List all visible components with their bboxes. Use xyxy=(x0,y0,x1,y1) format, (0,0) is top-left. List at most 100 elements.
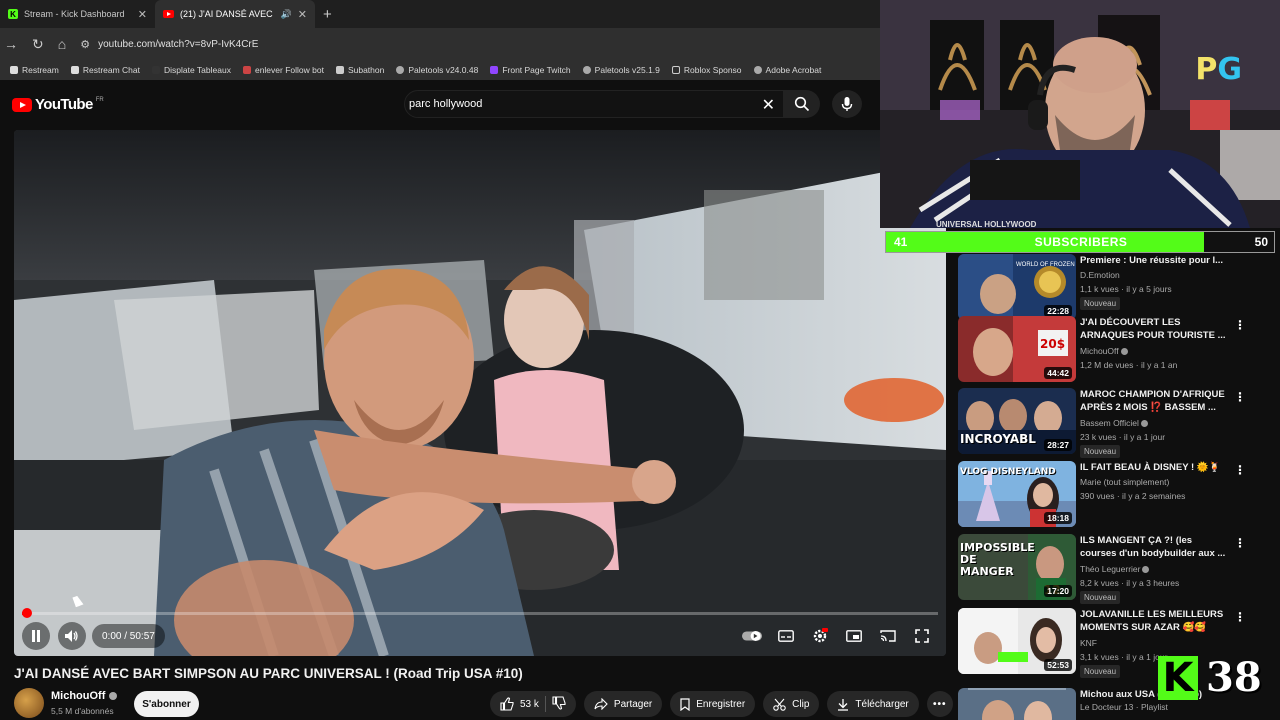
video-thumbnail[interactable]: VLOG DISNEYLAND 18:18 xyxy=(958,461,1076,527)
fullscreen-button[interactable] xyxy=(912,626,932,646)
video-progress-bar[interactable] xyxy=(21,608,938,618)
related-video[interactable]: VLOG DISNEYLAND 18:18 IL FAIT BEAU À DIS… xyxy=(956,461,1276,529)
video-thumbnail[interactable]: 52:53 xyxy=(958,608,1076,674)
subscribe-label: S'abonner xyxy=(142,698,191,710)
search-input[interactable]: parc hollywood ✕ xyxy=(404,90,784,118)
miniplayer-button[interactable] xyxy=(844,626,864,646)
bookmark-icon xyxy=(335,66,344,74)
pg-logo: PG xyxy=(1195,52,1242,87)
home-icon[interactable]: ⌂ xyxy=(58,36,66,52)
related-meta: 3,1 k vues · il y a 1 jour xyxy=(1080,652,1168,662)
site-info-icon[interactable]: ⚙ xyxy=(80,38,90,51)
download-button[interactable]: Télécharger xyxy=(827,691,919,717)
more-vertical-icon[interactable]: ⋮ xyxy=(1234,463,1246,477)
bookmark-subathon[interactable]: Subathon xyxy=(330,65,390,75)
channel-name[interactable]: MichouOff xyxy=(51,690,118,702)
video-thumbnail[interactable]: 12 IMPOSSIBLE DE MANGER 17:20 xyxy=(958,534,1076,600)
reload-icon[interactable]: ↻ xyxy=(32,36,44,53)
kick-count: 38 xyxy=(1206,654,1262,701)
close-tab-icon[interactable]: ✕ xyxy=(298,8,307,21)
related-channel: Théo Leguerrier xyxy=(1080,564,1150,574)
share-button[interactable]: Partager xyxy=(583,691,663,717)
gear-icon xyxy=(813,628,828,643)
autoplay-toggle[interactable] xyxy=(742,626,762,646)
video-title: J'AI DANSÉ AVEC BART SIMPSON AU PARC UNI… xyxy=(14,666,523,681)
subscriber-count: 5,5 M d'abonnés xyxy=(51,706,114,716)
subscribe-button[interactable]: S'abonner xyxy=(134,691,199,717)
related-video[interactable]: 12 IMPOSSIBLE DE MANGER 17:20 ILS MANGEN… xyxy=(956,534,1276,604)
dislike-button[interactable] xyxy=(552,695,566,713)
tab-youtube-video[interactable]: (21) J'AI DANSÉ AVEC BART 🔊 ✕ xyxy=(155,0,315,28)
miniplayer-icon xyxy=(846,630,862,642)
time-display: 0:00 / 50:57 xyxy=(92,624,165,648)
like-button[interactable]: 53 k xyxy=(500,697,539,711)
video-duration: 44:42 xyxy=(1044,367,1072,379)
bookmark-restream-chat[interactable]: Restream Chat xyxy=(65,65,146,75)
bookmark-follow-bot[interactable]: enlever Follow bot xyxy=(237,65,330,75)
video-thumbnail[interactable]: WORLD OF FROZEN 22:28 xyxy=(958,254,1076,320)
video-duration: 18:18 xyxy=(1044,512,1072,524)
video-thumbnail[interactable]: INCROYABL 28:27 xyxy=(958,388,1076,454)
related-video[interactable]: WORLD OF FROZEN 22:28 Premiere : Une réu… xyxy=(956,254,1276,322)
more-vertical-icon[interactable]: ⋮ xyxy=(1234,318,1246,332)
related-channel: Marie (tout simplement) xyxy=(1080,477,1170,487)
related-video[interactable]: INCROYABL 28:27 MAROC CHAMPION D'AFRIQUE… xyxy=(956,388,1276,458)
bookmark-label: Subathon xyxy=(347,65,385,75)
thumbnail-text: INCROYABL xyxy=(960,432,1036,446)
more-vertical-icon[interactable]: ⋮ xyxy=(1234,390,1246,404)
bookmark-displate[interactable]: Displate Tableaux xyxy=(146,65,237,75)
pause-button[interactable] xyxy=(22,622,50,650)
globe-icon xyxy=(396,66,405,74)
forward-arrow-icon[interactable]: → xyxy=(4,36,18,52)
bookmark-paletools-2[interactable]: Paletools v25.1.9 xyxy=(577,65,666,75)
more-vertical-icon[interactable]: ⋮ xyxy=(1234,610,1246,624)
voice-search-button[interactable] xyxy=(832,90,862,118)
save-label: Enregistrer xyxy=(696,698,746,710)
bookmark-label: Paletools v25.1.9 xyxy=(594,65,660,75)
more-actions-button[interactable]: ••• xyxy=(926,691,953,717)
clip-button[interactable]: Clip xyxy=(763,691,820,717)
close-tab-icon[interactable]: ✕ xyxy=(138,8,147,21)
share-label: Partager xyxy=(613,698,653,710)
scrubber-handle[interactable] xyxy=(21,608,32,618)
twitch-icon xyxy=(490,66,499,74)
search-button[interactable] xyxy=(784,90,820,118)
new-tab-button[interactable]: + xyxy=(323,6,332,23)
toggle-icon xyxy=(742,631,762,641)
url-text: youtube.com/watch?v=8vP-IvK4CrE xyxy=(98,38,259,50)
bookmark-restream[interactable]: Restream xyxy=(4,65,65,75)
bookmark-paletools-1[interactable]: Paletools v24.0.48 xyxy=(390,65,484,75)
playlist-thumbnail[interactable] xyxy=(958,688,1076,720)
bookmark-roblox-folder[interactable]: Roblox Sponso xyxy=(666,65,748,75)
tab-kick-dashboard[interactable]: K Stream - Kick Dashboard ✕ xyxy=(0,0,155,28)
settings-button[interactable] xyxy=(810,626,830,646)
svg-text:WORLD OF FROZEN: WORLD OF FROZEN xyxy=(1016,262,1075,268)
more-vertical-icon[interactable]: ⋮ xyxy=(1234,536,1246,550)
save-button[interactable]: Enregistrer xyxy=(670,691,756,717)
kick-favicon-icon: K xyxy=(8,9,18,19)
channel-avatar[interactable] xyxy=(14,688,44,718)
video-duration: 52:53 xyxy=(1044,659,1072,671)
speaker-icon[interactable]: 🔊 xyxy=(281,9,292,20)
bookmark-twitch[interactable]: Front Page Twitch xyxy=(484,65,576,75)
subtitles-button[interactable] xyxy=(776,626,796,646)
globe-icon xyxy=(582,66,591,74)
bookmark-label: Adobe Acrobat xyxy=(765,65,822,75)
bookmark-label: enlever Follow bot xyxy=(254,65,324,75)
globe-icon xyxy=(753,66,762,74)
related-video[interactable]: 20$ 44:42 J'AI DÉCOUVERT LES ARNAQUES PO… xyxy=(956,316,1276,384)
video-player[interactable]: 0:00 / 50:57 xyxy=(14,130,946,656)
clear-search-icon[interactable]: ✕ xyxy=(762,95,775,115)
webcam-image: UNIVERSAL HOLLYWOOD xyxy=(880,0,1280,228)
url-field[interactable]: ⚙ youtube.com/watch?v=8vP-IvK4CrE xyxy=(80,38,258,51)
related-channel: D.Emotion xyxy=(1080,270,1120,280)
video-thumbnail[interactable]: 20$ 44:42 xyxy=(958,316,1076,382)
video-duration: 17:20 xyxy=(1044,585,1072,597)
cast-button[interactable] xyxy=(878,626,898,646)
bookmark-label: Front Page Twitch xyxy=(502,65,571,75)
related-meta: 23 k vues · il y a 1 jour xyxy=(1080,432,1166,442)
youtube-logo[interactable]: YouTube FR xyxy=(12,96,104,113)
volume-button[interactable] xyxy=(58,622,86,650)
svg-text:20$: 20$ xyxy=(1040,337,1065,351)
bookmark-acrobat[interactable]: Adobe Acrobat xyxy=(748,65,828,75)
